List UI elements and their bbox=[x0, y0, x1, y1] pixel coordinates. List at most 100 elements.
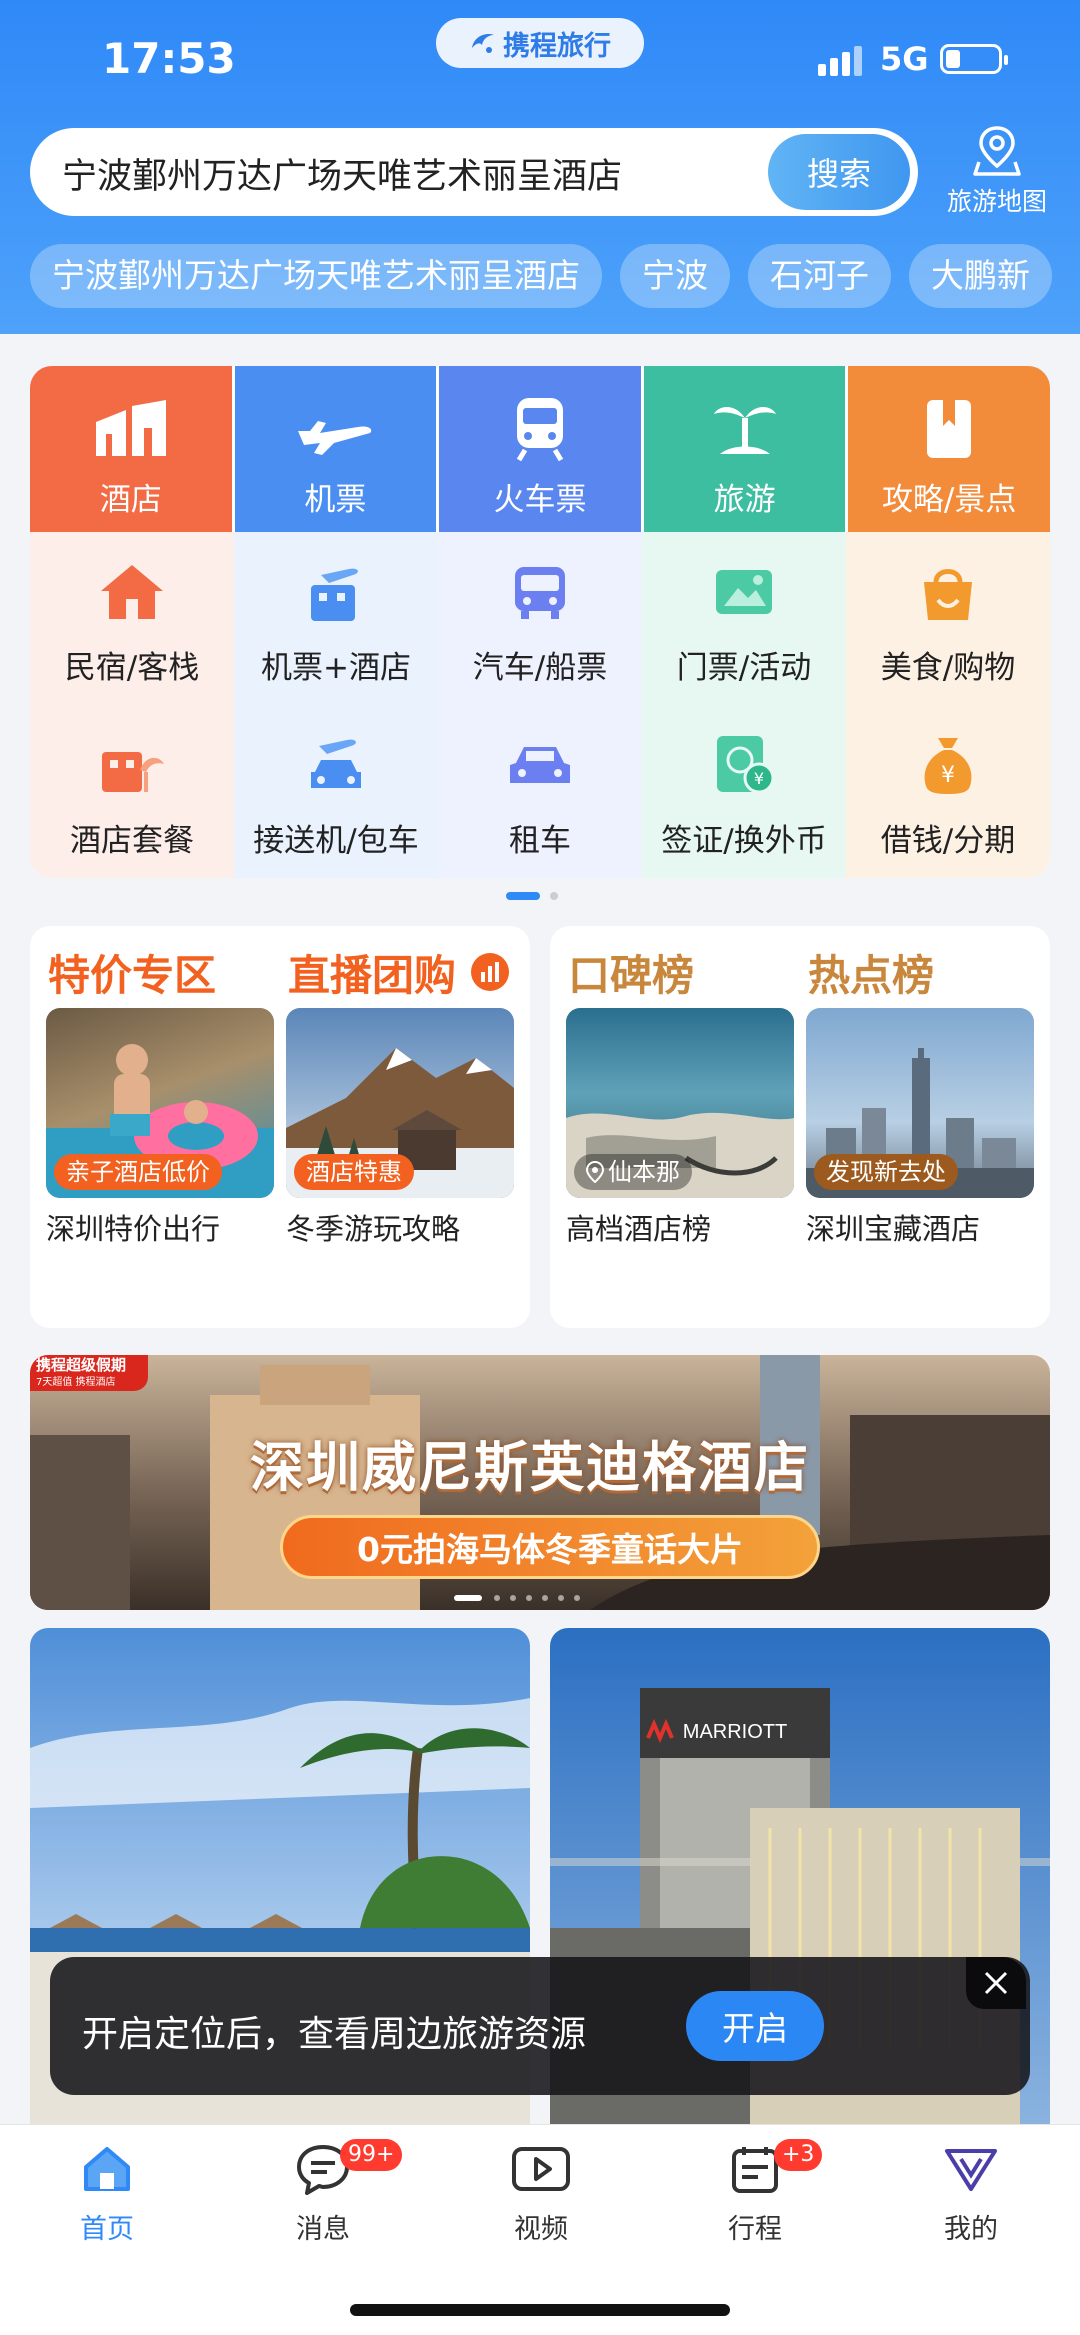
location-pin-icon bbox=[586, 1161, 604, 1183]
svg-text:¥: ¥ bbox=[941, 763, 955, 788]
enable-location-button[interactable]: 开启 bbox=[686, 1991, 824, 2061]
service-label: 民宿/客栈 bbox=[64, 650, 200, 686]
history-chip[interactable]: 宁波 bbox=[620, 244, 730, 308]
banner-subtitle: 0元拍海马体冬季童话大片 bbox=[357, 1530, 743, 1569]
marriott-sign: MARRIOTT bbox=[683, 1721, 787, 1743]
banner-corner-logo-text: 携程超级假期 bbox=[36, 1356, 127, 1374]
reputation-caption[interactable]: 高档酒店榜 bbox=[566, 1206, 711, 1248]
shopping-bag-icon bbox=[924, 569, 972, 620]
hotel-deal-tag: 酒店特惠 bbox=[294, 1154, 414, 1190]
home-indicator bbox=[350, 2304, 730, 2316]
itinerary-badge: +3 bbox=[774, 2139, 823, 2171]
livestream-title[interactable]: 直播团购 bbox=[288, 942, 456, 1003]
banner-subtitle-pill: 0元拍海马体冬季童话大片 bbox=[280, 1515, 820, 1579]
deals-title[interactable]: 特价专区 bbox=[48, 942, 216, 1003]
search-bar[interactable]: 宁波鄞州万达广场天唯艺术丽呈酒店 搜索 bbox=[30, 128, 918, 216]
service-label: 接送机/包车 bbox=[253, 823, 419, 859]
service-label: 汽车/船票 bbox=[472, 650, 608, 686]
plane-icon bbox=[298, 421, 372, 455]
dolphin-logo-icon bbox=[472, 34, 494, 53]
bottom-tab-bar: 首页 消息 99+ 视频 行程 +3 我的 bbox=[0, 2124, 1080, 2335]
house-icon bbox=[101, 565, 163, 619]
trending-thumbnail[interactable]: 发现新去处 bbox=[806, 1008, 1034, 1198]
service-homestay[interactable]: 民宿/客栈 bbox=[30, 532, 234, 705]
tab-messages[interactable]: 消息 99+ bbox=[248, 2139, 403, 2246]
service-hotel[interactable]: 酒店 bbox=[30, 366, 235, 532]
banner-corner-logo-sub: 7天超值 携程酒店 bbox=[36, 1377, 116, 1388]
toast-close-button[interactable] bbox=[966, 1957, 1026, 2009]
history-chip[interactable]: 宁波鄞州万达广场天唯艺术丽呈酒店 bbox=[30, 244, 602, 308]
service-guide[interactable]: 攻略/景点 bbox=[848, 366, 1050, 532]
network-type: 5G bbox=[880, 40, 929, 78]
search-history: 宁波鄞州万达广场天唯艺术丽呈酒店 宁波 石河子 大鹏新 bbox=[30, 244, 1080, 308]
header: 17:53 携程旅行 5G 宁波鄞州万达广场天唯艺术丽呈酒店 搜索 旅游地图 宁… bbox=[0, 0, 1080, 334]
tab-video[interactable]: 视频 bbox=[466, 2143, 616, 2246]
service-label: 签证/换外币 bbox=[661, 823, 827, 859]
service-label: 机票 bbox=[304, 482, 367, 518]
promo-banner[interactable]: 携程超级假期 7天超值 携程酒店 深圳威尼斯英迪格酒店 0元拍海马体冬季童话大片 bbox=[30, 1355, 1050, 1610]
travel-map-label: 旅游地图 bbox=[946, 187, 1047, 216]
home-icon bbox=[84, 2147, 130, 2191]
tab-label: 我的 bbox=[944, 2214, 998, 2245]
service-flight[interactable]: 机票 bbox=[234, 366, 440, 532]
service-label: 火车票 bbox=[493, 482, 587, 518]
guide-book-icon bbox=[927, 400, 972, 458]
trending-title[interactable]: 热点榜 bbox=[808, 942, 934, 1003]
hotel-icon bbox=[95, 400, 166, 456]
livestream-caption[interactable]: 冬季游玩攻略 bbox=[286, 1206, 460, 1248]
livestream-thumbnail[interactable]: 酒店特惠 bbox=[286, 1008, 514, 1198]
tab-itinerary[interactable]: 行程 +3 bbox=[680, 2139, 830, 2246]
trending-caption[interactable]: 深圳宝藏酒店 bbox=[806, 1206, 980, 1248]
service-train[interactable]: 火车票 bbox=[439, 366, 644, 532]
deals-caption[interactable]: 深圳特价出行 bbox=[46, 1206, 220, 1248]
service-bus-ship[interactable]: 汽车/船票 bbox=[438, 532, 642, 705]
service-hotel-package[interactable]: 酒店套餐 bbox=[30, 705, 234, 878]
flight-hotel-icon bbox=[311, 568, 358, 621]
service-car-rental[interactable]: 租车 bbox=[438, 705, 642, 878]
history-chip[interactable]: 大鹏新 bbox=[909, 244, 1052, 308]
travel-map-button[interactable]: 旅游地图 bbox=[934, 124, 1060, 224]
location-tag: 仙本那 bbox=[574, 1154, 692, 1190]
signal-icon bbox=[818, 46, 864, 76]
promo-card-rankings: 口碑榜 热点榜 仙本那 高档酒店榜 发现新去处 深圳宝藏酒店 bbox=[550, 926, 1050, 1328]
map-pin-icon bbox=[973, 126, 1021, 176]
history-chip[interactable]: 石河子 bbox=[748, 244, 891, 308]
car-transfer-icon bbox=[311, 739, 361, 788]
svg-text:¥: ¥ bbox=[754, 769, 764, 788]
service-visa-exchange[interactable]: ¥ 签证/换外币 bbox=[642, 705, 846, 878]
search-input[interactable]: 宁波鄞州万达广场天唯艺术丽呈酒店 bbox=[62, 148, 622, 199]
service-travel[interactable]: 旅游 bbox=[643, 366, 849, 532]
tab-label: 消息 bbox=[296, 2214, 350, 2245]
search-button[interactable]: 搜索 bbox=[768, 134, 910, 210]
profile-icon bbox=[945, 2149, 997, 2191]
service-flight-hotel[interactable]: 机票+酒店 bbox=[234, 532, 438, 705]
tab-home[interactable]: 首页 bbox=[32, 2143, 182, 2246]
bus-icon bbox=[515, 567, 565, 619]
close-icon bbox=[984, 1971, 1008, 1995]
tab-profile[interactable]: 我的 bbox=[896, 2143, 1046, 2246]
service-label: 旅游 bbox=[713, 482, 776, 518]
reputation-title[interactable]: 口碑榜 bbox=[568, 942, 694, 1003]
status-bar: 17:53 携程旅行 5G bbox=[0, 0, 1080, 110]
service-airport-transfer[interactable]: 接送机/包车 bbox=[234, 705, 438, 878]
service-loan[interactable]: ¥ 借钱/分期 bbox=[846, 705, 1050, 878]
hotel-package-icon bbox=[102, 752, 164, 792]
location-tag-text: 仙本那 bbox=[608, 1158, 680, 1186]
tab-label: 首页 bbox=[80, 2214, 134, 2245]
toast-message: 开启定位后，查看周边旅游资源 bbox=[82, 2014, 587, 2055]
banner-page-indicator bbox=[454, 1595, 654, 1603]
banner-corner-logo: 携程超级假期 7天超值 携程酒店 bbox=[30, 1355, 148, 1391]
status-time: 17:53 bbox=[102, 34, 236, 83]
deals-thumbnail[interactable]: 亲子酒店低价 bbox=[46, 1008, 274, 1198]
tab-label: 行程 bbox=[728, 2214, 782, 2245]
service-food-shopping[interactable]: 美食/购物 bbox=[846, 532, 1050, 705]
location-toast: 开启定位后，查看周边旅游资源 开启 bbox=[50, 1957, 1030, 2095]
palm-tree-icon bbox=[713, 407, 776, 454]
money-bag-icon: ¥ bbox=[924, 738, 972, 794]
ticket-icon bbox=[716, 570, 772, 614]
service-label: 攻略/景点 bbox=[881, 482, 1017, 518]
app-brand: 携程旅行 bbox=[503, 30, 611, 62]
service-label: 美食/购物 bbox=[880, 650, 1016, 686]
service-tickets[interactable]: 门票/活动 bbox=[642, 532, 846, 705]
reputation-thumbnail[interactable]: 仙本那 bbox=[566, 1008, 794, 1198]
